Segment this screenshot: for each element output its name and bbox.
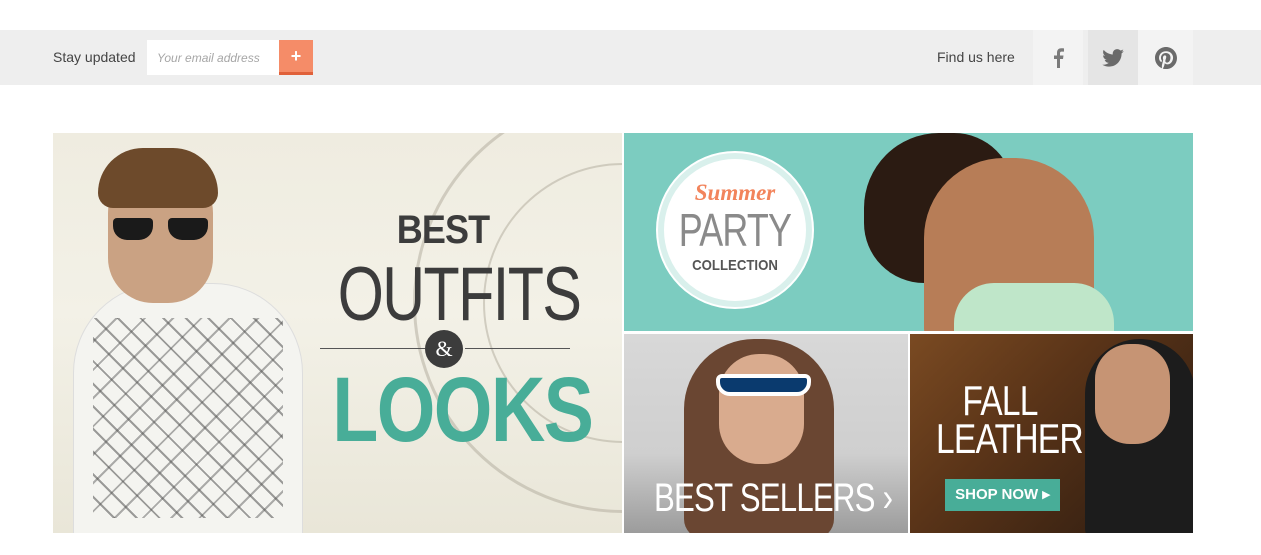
newsletter-label: Stay updated (53, 49, 136, 65)
facebook-icon (1054, 47, 1064, 68)
banner-best-sellers[interactable]: BEST SELLERS › (624, 334, 908, 533)
model-hair-graphic (98, 148, 218, 208)
banner-heading-looks: LOOKS (332, 359, 594, 461)
summer-subtitle: COLLECTION (692, 257, 778, 274)
banner-fall-leather[interactable]: FALL LEATHER SHOP NOW ▸ (910, 334, 1193, 533)
divider-left (320, 348, 425, 349)
shop-now-button[interactable]: SHOP NOW ▸ (945, 479, 1060, 511)
banner-heading-best: BEST (396, 208, 490, 252)
sunglasses-graphic (716, 374, 811, 396)
banner-best-outfits[interactable]: BEST OUTFITS & LOOKS (53, 133, 622, 533)
fall-leather-line2: LEATHER (936, 415, 1084, 462)
newsletter-bar: Stay updated + Find us here (0, 30, 1261, 85)
twitter-link[interactable] (1088, 30, 1138, 85)
facebook-link[interactable] (1033, 30, 1083, 85)
banner-summer-party[interactable]: Summer PARTY COLLECTION (624, 133, 1193, 331)
pinterest-icon (1154, 46, 1177, 69)
model-face-graphic (719, 354, 804, 464)
banner-heading-outfits: OUTFITS (337, 252, 582, 337)
social-label: Find us here (937, 49, 1015, 65)
model-face-graphic (1095, 344, 1170, 444)
diamond-pattern-graphic (93, 318, 283, 518)
sunglasses-graphic (113, 218, 208, 240)
pinterest-link[interactable] (1138, 30, 1193, 85)
model-top-graphic (954, 283, 1114, 331)
email-field[interactable] (147, 40, 279, 75)
summer-title: PARTY (678, 204, 792, 256)
fall-leather-title: FALL LEATHER (936, 380, 1084, 462)
subscribe-button[interactable]: + (279, 40, 313, 75)
divider-right (465, 348, 570, 349)
best-sellers-title: BEST SELLERS › (654, 476, 893, 520)
twitter-icon (1102, 48, 1124, 67)
